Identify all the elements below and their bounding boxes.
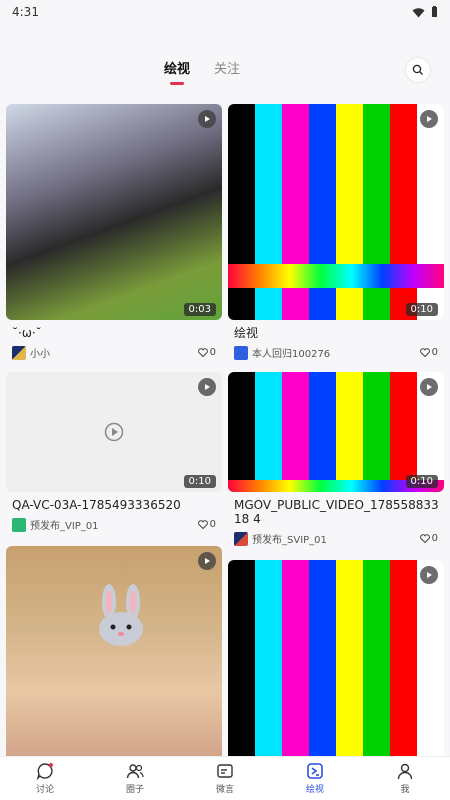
like-count: 0 [431,533,438,544]
nav-label: 圈子 [125,785,144,795]
avatar [12,517,26,532]
status-time: 4:31 [12,5,39,19]
message-card-icon [217,764,233,778]
video-card[interactable]: 0:03 ˘·ω·˘ 小小 0 [6,104,222,360]
search-button[interactable] [406,58,430,82]
status-icons [412,6,438,18]
video-thumbnail[interactable]: 0:10 [6,372,222,492]
video-icon [307,763,323,779]
video-meta: 预发布_SVIP_01 0 [228,531,444,546]
play-icon [198,378,216,396]
author-name: 小小 [30,349,50,360]
top-header: 绘视 关注 [0,48,450,92]
author-name: 本人回归100276 [252,349,331,360]
like-count: 0 [431,347,438,358]
video-thumbnail[interactable] [228,560,444,756]
video-card[interactable]: 0:10 MGOV_PUBLIC_VIDEO_17855883318 4 预发布… [228,372,444,546]
video-card[interactable]: 0:10 绘视 本人回归100276 0 [228,104,444,360]
avatar [234,531,248,546]
color-bars [228,560,444,756]
video-feed: 0:03 ˘·ω·˘ 小小 0 0:10 绘视 本人回归100276 0 0:1… [0,104,450,756]
nav-label: 讨论 [35,785,54,795]
crowd-photo [6,104,222,320]
play-icon [420,566,438,584]
bunny-sticker-icon [99,584,143,646]
video-meta: 预发布_VIP_01 0 [6,517,222,532]
nav-label: 微言 [215,785,234,795]
author[interactable]: 预发布_VIP_01 [12,517,99,532]
likes[interactable]: 0 [197,347,216,358]
avatar [12,345,26,360]
video-title: MGOV_PUBLIC_VIDEO_17855883318 4 [234,498,439,526]
wifi-icon [412,7,425,17]
tab-huishi[interactable]: 绘视 [164,58,190,85]
nav-label: 绘视 [305,785,324,795]
author-name: 预发布_VIP_01 [30,521,99,532]
video-card[interactable]: 0:10 QA-VC-03A-1785493336520 预发布_VIP_01 … [6,372,222,532]
author-name: 预发布_SVIP_01 [252,535,327,546]
video-title: 绘视 [234,326,259,340]
battery-icon [432,6,437,17]
nav-item-huishi[interactable]: 绘视 [285,762,345,795]
author[interactable]: 预发布_SVIP_01 [234,531,327,546]
play-icon [198,110,216,128]
chat-bubble-icon [36,763,53,780]
girl-photo [6,546,222,756]
heart-icon [419,348,430,357]
video-thumbnail[interactable]: 0:10 [228,372,444,492]
play-icon [198,552,216,570]
avatar [234,345,248,360]
person-icon [397,763,413,780]
author[interactable]: 本人回归100276 [234,345,330,360]
video-meta: 本人回归100276 0 [228,345,444,360]
likes[interactable]: 0 [419,347,438,358]
duration-badge: 0:10 [405,303,438,316]
video-thumbnail[interactable] [6,546,222,756]
play-icon [420,378,438,396]
likes[interactable]: 0 [419,533,438,544]
video-meta: 小小 0 [6,345,222,360]
status-bar: 4:31 [0,0,450,24]
video-title: ˘·ω·˘ [12,326,42,340]
rainbow-stripe [228,264,444,288]
people-icon [126,764,144,779]
color-bars [228,372,444,492]
play-icon [420,110,438,128]
heart-icon [197,520,208,529]
likes[interactable]: 0 [197,519,216,530]
duration-badge: 0:10 [183,475,216,488]
nav-item-circle[interactable]: 圈子 [105,762,165,795]
video-title: QA-VC-03A-1785493336520 [12,498,181,512]
like-count: 0 [209,347,216,358]
nav-item-weiyan[interactable]: 微言 [195,762,255,795]
heart-icon [419,534,430,543]
nav-item-me[interactable]: 我 [375,762,435,795]
heart-icon [197,348,208,357]
nav-label: 我 [400,785,410,795]
feed-tabs: 绘视 关注 [164,58,240,85]
bottom-nav: 讨论 圈子 微言 绘视 我 [0,756,450,800]
nav-item-discussion[interactable]: 讨论 [15,762,75,795]
play-circle-icon [104,422,124,442]
search-icon [412,64,423,75]
author[interactable]: 小小 [12,345,50,360]
duration-badge: 0:10 [405,475,438,488]
like-count: 0 [209,519,216,530]
video-card[interactable] [6,546,222,756]
video-card[interactable] [228,560,444,756]
video-thumbnail[interactable]: 0:03 [6,104,222,320]
video-thumbnail[interactable]: 0:10 [228,104,444,320]
tab-follow[interactable]: 关注 [214,58,240,85]
duration-badge: 0:03 [183,303,216,316]
